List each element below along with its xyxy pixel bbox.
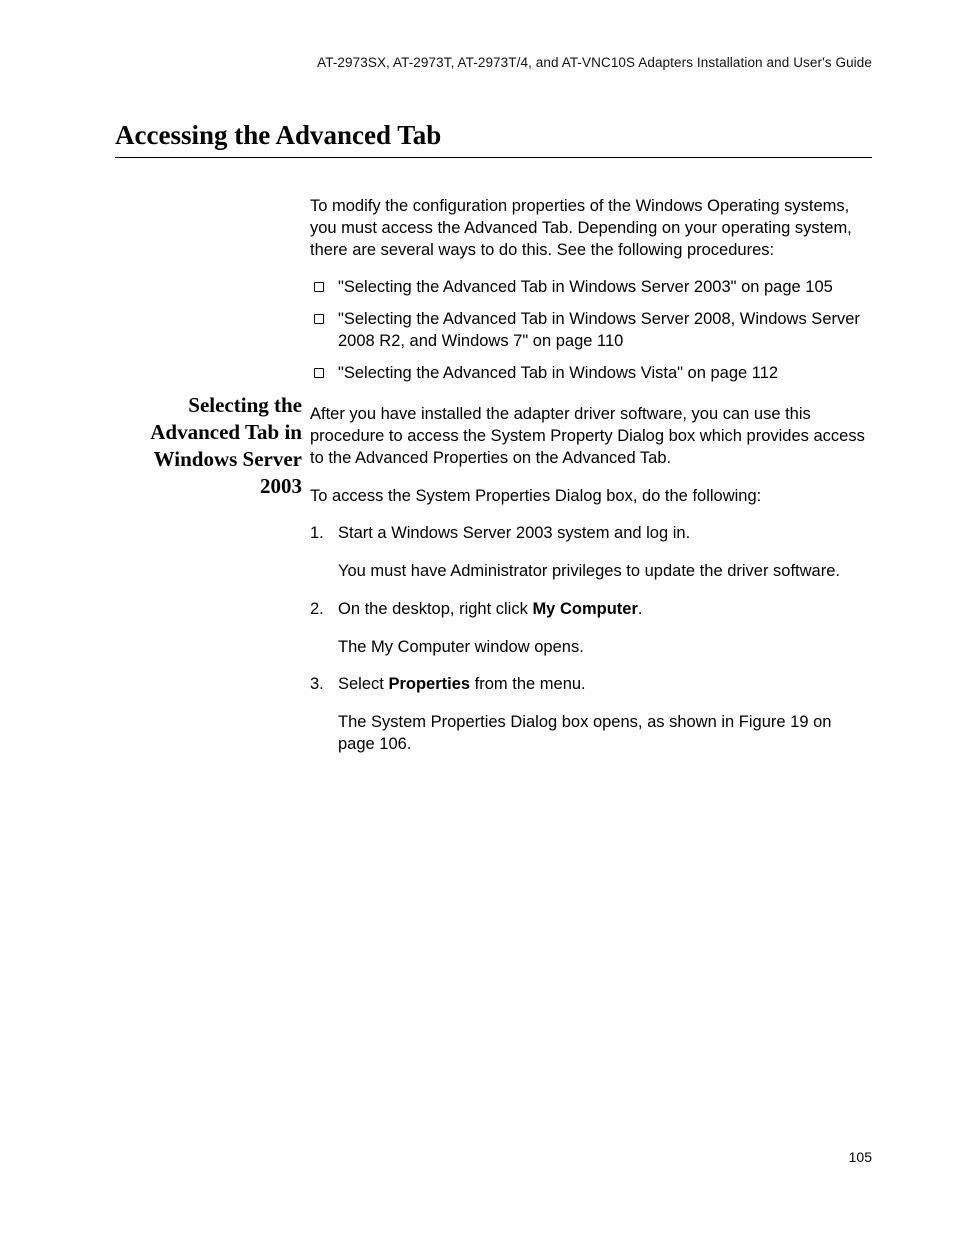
section-lead: After you have installed the adapter dri… (310, 404, 872, 469)
step-subtext: The My Computer window opens. (338, 637, 872, 659)
step-text-bold: My Computer (532, 600, 637, 618)
step-text-pre: Select (338, 675, 388, 693)
content-column: To modify the configuration properties o… (310, 196, 872, 772)
square-bullet-icon (314, 368, 324, 378)
page: AT-2973SX, AT-2973T, AT-2973T/4, and AT-… (0, 0, 954, 1235)
running-header: AT-2973SX, AT-2973T, AT-2973T/4, and AT-… (115, 55, 872, 70)
step-subtext: The System Properties Dialog box opens, … (338, 712, 872, 756)
step-number: 1. (310, 523, 338, 545)
step-number: 2. (310, 599, 338, 621)
intro-paragraph: To modify the configuration properties o… (310, 196, 872, 261)
bullet-item: "Selecting the Advanced Tab in Windows V… (310, 363, 872, 385)
step-item: 2. On the desktop, right click My Comput… (310, 599, 872, 621)
step-text: Start a Windows Server 2003 system and l… (338, 523, 872, 545)
square-bullet-icon (314, 314, 324, 324)
square-bullet-icon (314, 282, 324, 292)
page-title: Accessing the Advanced Tab (115, 120, 872, 158)
step-text-bold: Properties (388, 675, 470, 693)
step-text-post: . (638, 600, 643, 618)
bullet-list: "Selecting the Advanced Tab in Windows S… (310, 277, 872, 384)
step-text-pre: On the desktop, right click (338, 600, 532, 618)
step-subtext: You must have Administrator privileges t… (338, 561, 872, 583)
bullet-text: "Selecting the Advanced Tab in Windows S… (338, 277, 872, 299)
bullet-text: "Selecting the Advanced Tab in Windows V… (338, 363, 872, 385)
step-text: On the desktop, right click My Computer. (338, 599, 872, 621)
step-item: 1. Start a Windows Server 2003 system an… (310, 523, 872, 545)
step-item: 3. Select Properties from the menu. (310, 674, 872, 696)
section-side-heading: Selecting the Advanced Tab in Windows Se… (115, 392, 302, 500)
side-column: Selecting the Advanced Tab in Windows Se… (115, 196, 310, 500)
bullet-item: "Selecting the Advanced Tab in Windows S… (310, 309, 872, 353)
step-number: 3. (310, 674, 338, 696)
steps-intro: To access the System Properties Dialog b… (310, 486, 872, 508)
body-area: Selecting the Advanced Tab in Windows Se… (115, 196, 872, 772)
step-text-post: from the menu. (470, 675, 586, 693)
page-number: 105 (849, 1149, 872, 1165)
bullet-item: "Selecting the Advanced Tab in Windows S… (310, 277, 872, 299)
bullet-text: "Selecting the Advanced Tab in Windows S… (338, 309, 872, 353)
step-text: Select Properties from the menu. (338, 674, 872, 696)
